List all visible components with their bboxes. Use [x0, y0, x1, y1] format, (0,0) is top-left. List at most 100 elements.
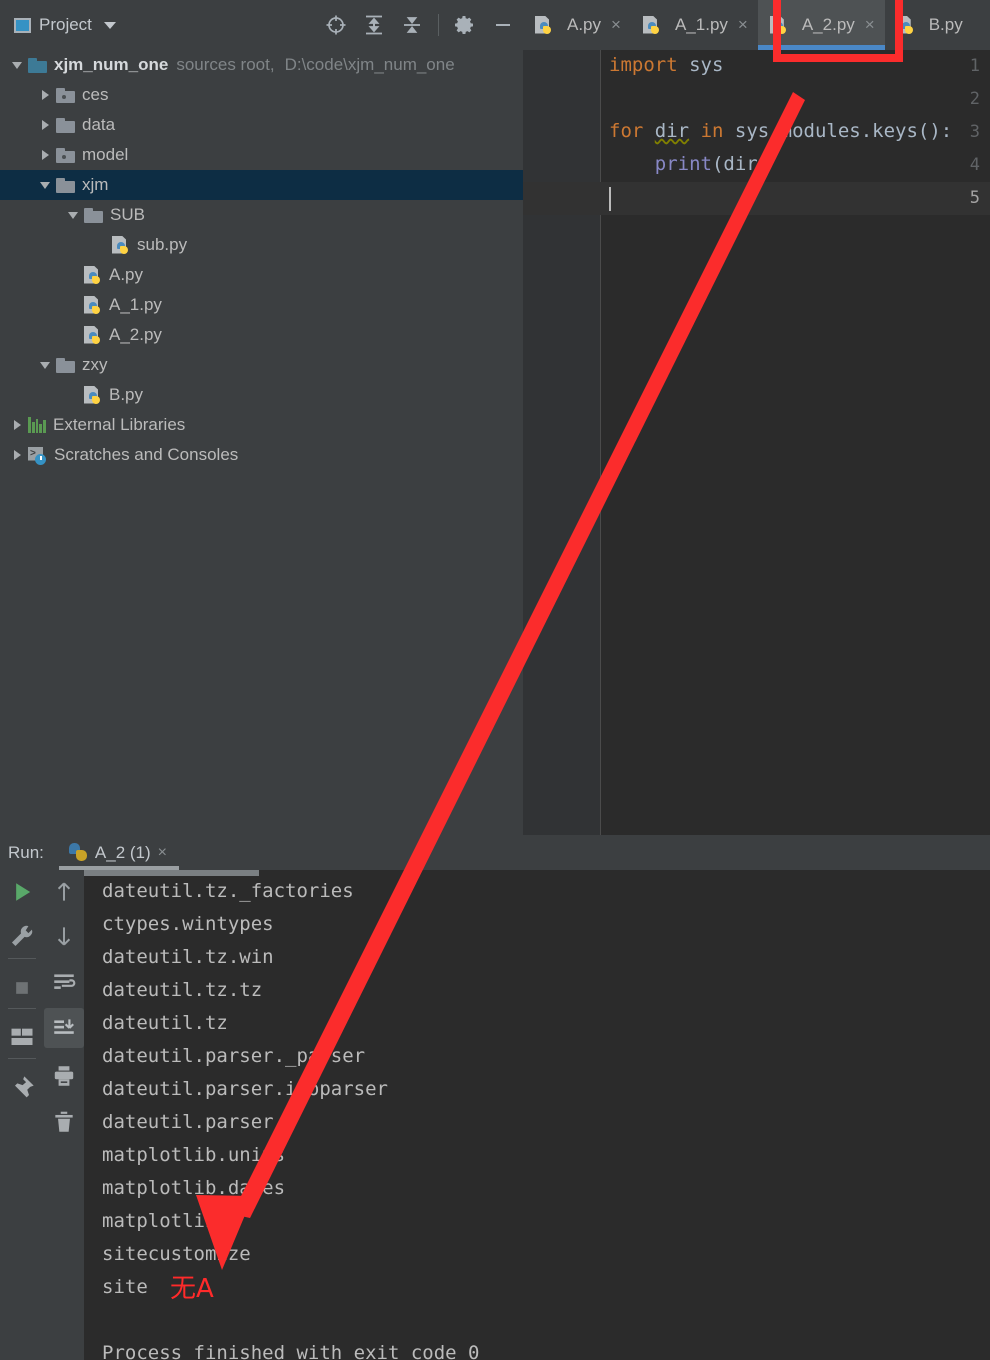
tree-item-zxy[interactable]: zxy [0, 350, 523, 380]
tree-twisty-expanded[interactable] [62, 200, 84, 230]
tree-item-scratches-and-consoles[interactable]: >_ Scratches and Consoles [0, 440, 523, 470]
project-panel: Project xjm_num_one sources root, D:\cod… [0, 0, 523, 835]
console-line: dateutil.parser.isoparser [102, 1078, 388, 1100]
close-icon[interactable]: × [158, 844, 167, 862]
tree-item-label: Scratches and Consoles [54, 445, 239, 464]
tree-item-a-1-py[interactable]: A_1.py [0, 290, 523, 320]
folder-icon [56, 177, 75, 193]
wrench-icon[interactable] [0, 916, 44, 956]
stop-icon[interactable] [0, 968, 44, 1008]
editor-tab-a-1-py[interactable]: A_1.py × [631, 0, 758, 50]
pin-icon[interactable] [0, 1068, 44, 1108]
run-tab-a2[interactable]: A_2 (1) × [58, 835, 179, 870]
project-tree[interactable]: xjm_num_one sources root, D:\code\xjm_num_… [0, 50, 523, 470]
run-icon[interactable] [0, 872, 44, 912]
tree-item-sub-py[interactable]: sub.py [0, 230, 523, 260]
chevron-right-icon[interactable] [13, 450, 21, 460]
console-line: dateutil.tz._factories [102, 880, 354, 902]
run-console-output[interactable]: dateutil.tz._factories ctypes.wintypes dat… [84, 870, 990, 1360]
line-number: 2 [969, 89, 980, 109]
minimize-icon[interactable] [491, 13, 515, 37]
line-number: 5 [969, 188, 980, 208]
tree-item-xjm-num-one[interactable]: xjm_num_one sources root, D:\code\xjm_num_… [0, 50, 523, 80]
tree-item-data[interactable]: data [0, 110, 523, 140]
tree-item-ces[interactable]: ces [0, 80, 523, 110]
scroll-to-end-icon[interactable] [44, 1008, 84, 1048]
python-file-icon [535, 15, 553, 35]
external-libraries-icon [28, 417, 46, 433]
editor-tabs-bar: A.py × A_1.py × A_2.py × B.py [523, 0, 990, 50]
chevron-down-icon[interactable] [68, 211, 78, 219]
chevron-right-icon[interactable] [41, 120, 49, 130]
layout-icon[interactable] [0, 1018, 44, 1058]
scroll-down-icon[interactable] [44, 916, 84, 956]
soft-wrap-icon[interactable] [44, 962, 84, 1002]
editor-body[interactable]: 1 2 3 4 5 import sys for dir in sys.modules.ke… [523, 50, 990, 835]
tree-item-label: zxy [82, 355, 108, 374]
tree-item-b-py[interactable]: B.py [0, 380, 523, 410]
run-label: Run: [8, 842, 44, 862]
tree-item-label: xjm [82, 175, 109, 194]
editor-tab-a-py[interactable]: A.py × [523, 0, 631, 50]
tree-twisty-collapsed[interactable] [34, 140, 56, 170]
tree-item-label: A_1.py [109, 295, 162, 314]
toolbar-separator [438, 14, 439, 36]
tree-twisty-collapsed[interactable] [6, 440, 28, 470]
chevron-down-icon[interactable] [103, 21, 116, 29]
tree-item-xjm[interactable]: xjm [0, 170, 523, 200]
code-token: (dir) [711, 153, 770, 175]
chevron-right-icon[interactable] [13, 420, 21, 430]
close-icon[interactable]: × [738, 15, 748, 35]
tree-twisty-collapsed[interactable] [34, 80, 56, 110]
chevron-down-icon[interactable] [40, 181, 50, 189]
tree-item-label: xjm_num_one [54, 55, 169, 74]
project-panel-title: Project [39, 15, 92, 34]
tree-twisty-expanded[interactable] [6, 50, 28, 80]
tree-item-a-2-py[interactable]: A_2.py [0, 320, 523, 350]
tree-twisty-empty [62, 320, 84, 350]
console-line: matplotlib.units [102, 1144, 286, 1166]
project-tool-window-button[interactable]: Project [0, 15, 116, 35]
console-scrollbar-thumb[interactable] [84, 870, 259, 876]
editor-tab-label: B.py [928, 15, 963, 34]
toolbar-divider [8, 958, 36, 959]
tree-twisty-collapsed[interactable] [6, 410, 28, 440]
console-line: sitecustomize [102, 1243, 251, 1265]
chevron-right-icon[interactable] [41, 90, 49, 100]
settings-gear-icon[interactable] [453, 13, 477, 37]
tree-item-model[interactable]: model [0, 140, 523, 170]
code-token: for [609, 120, 644, 142]
editor-tab-label: A.py [567, 15, 602, 34]
text-caret [609, 187, 611, 211]
gutter-divider [600, 50, 601, 835]
chevron-down-icon[interactable] [12, 61, 22, 69]
tree-item-a-py[interactable]: A.py [0, 260, 523, 290]
chevron-down-icon[interactable] [40, 361, 50, 369]
python-file-icon [84, 325, 102, 345]
tree-twisty-collapsed[interactable] [34, 110, 56, 140]
tree-item-external-libraries[interactable]: External Libraries [0, 410, 523, 440]
collapse-all-icon[interactable] [400, 13, 424, 37]
tree-item-label: ces [82, 85, 109, 104]
trash-icon[interactable] [44, 1102, 84, 1142]
line-number: 1 [969, 56, 980, 76]
scroll-up-icon[interactable] [44, 872, 84, 912]
tree-twisty-expanded[interactable] [34, 350, 56, 380]
console-line: dateutil.tz.win [102, 946, 274, 968]
code-token: in [700, 120, 724, 142]
expand-all-icon[interactable] [362, 13, 386, 37]
code-line: for dir in sys.modules.keys(): [609, 120, 952, 142]
chevron-right-icon[interactable] [41, 150, 49, 160]
locate-target-icon[interactable] [324, 13, 348, 37]
close-icon[interactable]: × [611, 15, 621, 35]
line-number: 4 [969, 155, 980, 175]
console-line: dateutil.parser._parser [102, 1045, 366, 1067]
run-toolbar-right [44, 870, 84, 1360]
tree-item-sub[interactable]: SUB [0, 200, 523, 230]
project-toolbar: Project [0, 0, 523, 50]
code-token: sys.modules.keys(): [723, 120, 953, 142]
print-icon[interactable] [44, 1056, 84, 1096]
tree-twisty-expanded[interactable] [34, 170, 56, 200]
tree-item-label: SUB [110, 205, 145, 224]
